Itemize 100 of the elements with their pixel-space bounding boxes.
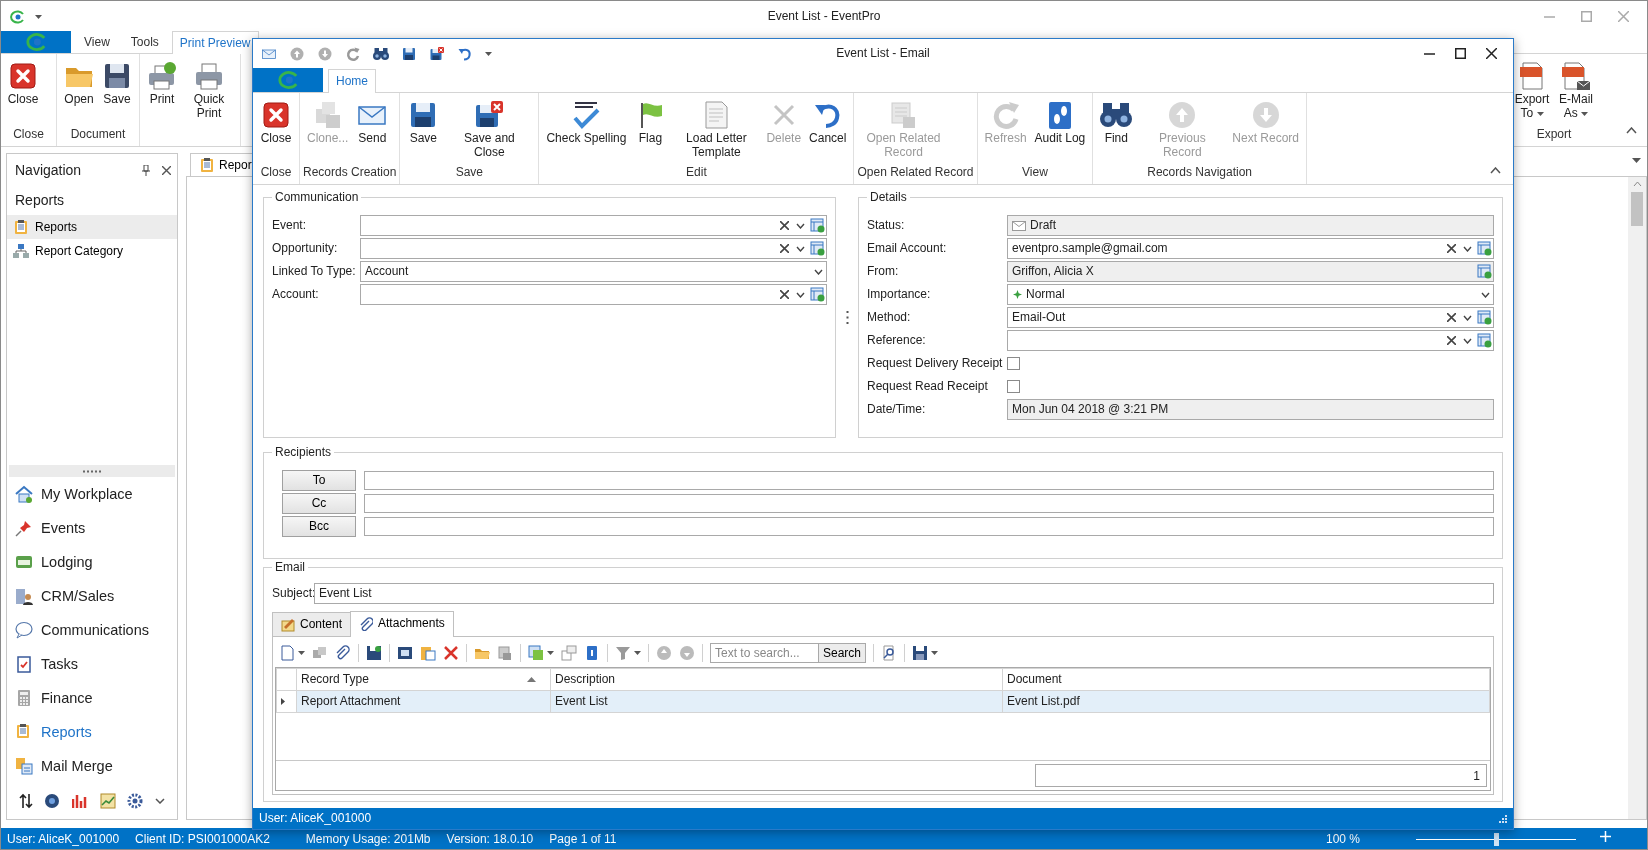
chevron-down-icon[interactable]	[155, 798, 166, 804]
recipient-field[interactable]	[364, 471, 1494, 490]
pin-icon[interactable]	[142, 165, 150, 177]
module-button[interactable]: Communications	[7, 613, 177, 647]
checkbox[interactable]	[1007, 357, 1020, 370]
dropdown-icon[interactable]	[795, 222, 805, 229]
module-button[interactable]: CRM/Sales	[7, 579, 177, 613]
save-icon[interactable]	[401, 45, 417, 62]
resize-grip-icon[interactable]	[1498, 814, 1507, 824]
lookup-field[interactable]	[360, 284, 827, 305]
sort-arrows-icon[interactable]	[18, 793, 33, 809]
scrollbar-thumb[interactable]	[1631, 192, 1643, 226]
column-header[interactable]: Record Type	[296, 668, 551, 691]
dropdown-field[interactable]: Normal	[1007, 284, 1494, 305]
find-button[interactable]: Find	[1096, 97, 1137, 148]
collapse-ribbon-icon[interactable]	[1490, 167, 1501, 174]
quick-access-caret-icon[interactable]	[485, 51, 492, 56]
close-icon[interactable]	[162, 166, 171, 176]
tab[interactable]: Attachments	[350, 611, 454, 637]
ribbon-tab[interactable]: Tools	[122, 31, 167, 53]
search-field[interactable]: Text to search...	[710, 643, 818, 663]
filter-icon[interactable]	[615, 645, 631, 661]
close-button[interactable]: Close	[256, 97, 296, 148]
flag-button[interactable]: Flag	[630, 97, 671, 148]
save-close-button[interactable]: Save and Close	[443, 97, 536, 162]
tree-item[interactable]: Reports	[7, 215, 177, 239]
dropdown-icon[interactable]	[1462, 314, 1472, 321]
column-header[interactable]: Document	[1002, 668, 1490, 691]
module-button[interactable]: Reports	[7, 715, 177, 749]
disc-icon[interactable]	[44, 793, 61, 809]
dropdown-icon[interactable]	[813, 268, 823, 275]
maximize-icon[interactable]	[1455, 48, 1466, 59]
gear-icon[interactable]	[127, 793, 144, 809]
splitter-grip-icon[interactable]	[82, 469, 102, 473]
dropdown-icon[interactable]	[1462, 245, 1472, 252]
recipient-button[interactable]: To	[282, 470, 356, 491]
scrollbar[interactable]	[1628, 177, 1646, 819]
ribbon-tab[interactable]: Home	[328, 69, 376, 93]
module-button[interactable]: Finance	[7, 681, 177, 715]
save-button[interactable]: Save	[98, 58, 136, 109]
module-button[interactable]: My Workplace	[7, 477, 177, 511]
recipient-button[interactable]: Bcc	[282, 516, 356, 537]
tab[interactable]: Content	[272, 612, 352, 636]
collapse-ribbon-icon[interactable]	[1626, 127, 1637, 134]
scanner-icon[interactable]	[397, 645, 413, 661]
clear-icon[interactable]	[1446, 244, 1456, 253]
paste-icon[interactable]	[420, 645, 436, 661]
logo-icon[interactable]	[9, 8, 25, 25]
recipient-field[interactable]	[364, 494, 1494, 513]
save-icon[interactable]	[366, 645, 382, 661]
recipient-button[interactable]: Cc	[282, 493, 356, 514]
search-button[interactable]: Search	[818, 643, 867, 663]
spell-check-button[interactable]: Check Spelling	[542, 97, 631, 148]
quick-print-button[interactable]: Quick Print	[181, 58, 237, 123]
clear-icon[interactable]	[779, 221, 789, 230]
subject-field[interactable]: Event List	[314, 583, 1494, 604]
dropdown-icon[interactable]	[1632, 158, 1641, 164]
ribbon-tab[interactable]: Print Preview	[171, 31, 259, 54]
email-as-button[interactable]: E-Mail As	[1554, 58, 1598, 123]
line-chart-icon[interactable]	[99, 793, 116, 809]
zoom-in-icon[interactable]	[1600, 831, 1611, 843]
module-button[interactable]: Tasks	[7, 647, 177, 681]
date-field[interactable]: Mon Jun 04 2018 @ 3:21 PM	[1007, 399, 1494, 420]
lookup-field[interactable]	[360, 215, 827, 236]
dropdown-icon[interactable]	[1480, 291, 1490, 298]
binoculars-icon[interactable]	[373, 45, 389, 62]
module-button[interactable]: Mail Merge	[7, 749, 177, 783]
new-document-icon[interactable]	[279, 645, 295, 661]
slider-thumb[interactable]	[1494, 833, 1499, 846]
audit-log-button[interactable]: Audit Log	[1030, 97, 1090, 148]
dropdown-icon[interactable]	[795, 245, 805, 252]
splitter-grip-icon[interactable]	[845, 311, 849, 324]
open-button[interactable]: Open	[60, 58, 98, 109]
dropdown-icon[interactable]	[1462, 337, 1472, 344]
ribbon-tab[interactable]: View	[76, 31, 118, 53]
lookup-icon[interactable]	[1476, 264, 1492, 279]
clear-icon[interactable]	[779, 290, 789, 299]
cancel-button[interactable]: Cancel	[805, 97, 851, 148]
bar-chart-icon[interactable]	[72, 793, 89, 809]
save-button[interactable]: Save	[403, 97, 444, 148]
lookup-field[interactable]: Griffon, Alicia X	[1007, 261, 1494, 282]
lookup-field[interactable]: eventpro.sample@gmail.com	[1007, 238, 1494, 259]
status-field[interactable]: Draft	[1007, 215, 1494, 236]
lookup-field[interactable]: Email-Out	[1007, 307, 1494, 328]
dropdown-field[interactable]: Account	[360, 261, 827, 282]
load-template-button[interactable]: Load Letter Template	[670, 97, 763, 162]
document-stack-icon[interactable]	[497, 645, 513, 661]
close-button[interactable]: Close	[4, 58, 42, 109]
module-button[interactable]: Events	[7, 511, 177, 545]
close-icon[interactable]	[1486, 48, 1497, 59]
lookup-field[interactable]	[360, 238, 827, 259]
clear-icon[interactable]	[779, 244, 789, 253]
refresh-icon[interactable]	[345, 45, 361, 62]
clear-icon[interactable]	[1446, 336, 1456, 345]
save-icon[interactable]	[912, 645, 929, 661]
clear-icon[interactable]	[1446, 313, 1456, 322]
save-close-icon[interactable]	[429, 45, 445, 62]
scroll-up-icon[interactable]	[1632, 181, 1642, 186]
send-button[interactable]: Send	[352, 97, 393, 148]
book-icon[interactable]	[584, 645, 600, 661]
